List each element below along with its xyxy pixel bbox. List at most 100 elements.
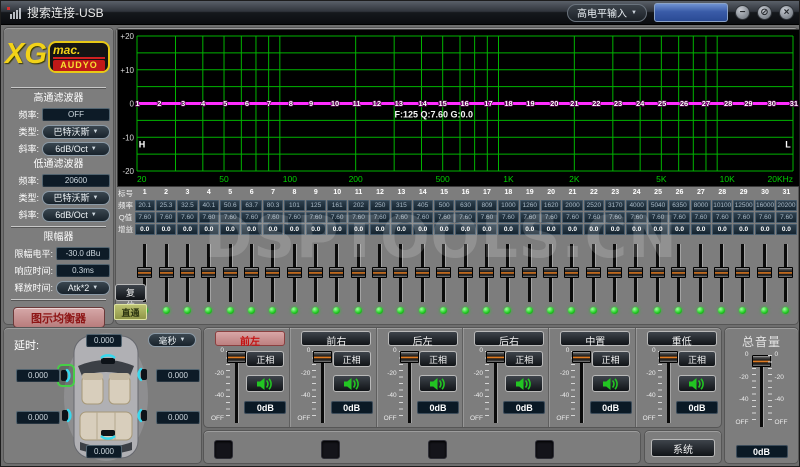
eq-bypass-button[interactable]: 直通	[114, 304, 147, 320]
eq-freq-cell[interactable]: 161	[327, 200, 348, 211]
eq-freq-cell[interactable]: 8000	[690, 200, 712, 211]
eq-gain-cell[interactable]: 0.0	[690, 224, 712, 235]
fader-handle[interactable]	[692, 267, 708, 278]
eq-q-cell[interactable]: 7.60	[562, 212, 583, 223]
eq-freq-cell[interactable]: 63.7	[241, 200, 262, 211]
eq-freq-cell[interactable]: 202	[348, 200, 369, 211]
eq-gain-cell[interactable]: 0.0	[647, 224, 669, 235]
fader-handle[interactable]	[457, 267, 473, 278]
eq-gain-cell[interactable]: 0.0	[712, 224, 733, 235]
delay-sub-input[interactable]: 0.000	[86, 445, 122, 458]
eq-band-fader[interactable]	[286, 244, 302, 302]
fader-handle[interactable]	[735, 267, 751, 278]
eq-q-cell[interactable]: 7.60	[412, 212, 433, 223]
eq-gain-cell[interactable]: 0.0	[540, 224, 562, 235]
eq-band-fader[interactable]	[671, 244, 687, 302]
eq-band-fader[interactable]	[735, 244, 751, 302]
fader-handle[interactable]	[393, 267, 409, 278]
mute-button[interactable]	[418, 375, 457, 392]
fader-handle[interactable]	[286, 267, 302, 278]
eq-gain-cell[interactable]: 0.0	[305, 224, 327, 235]
channel-select-button[interactable]: 重低	[646, 331, 717, 348]
eq-band-fader[interactable]	[692, 244, 708, 302]
channel-fader[interactable]	[572, 351, 592, 423]
fader-handle[interactable]	[137, 267, 153, 278]
delay-unit-select[interactable]: 毫秒 ▼	[148, 333, 196, 347]
eq-freq-cell[interactable]: 1620	[540, 200, 562, 211]
eq-q-cell[interactable]: 7.60	[669, 212, 690, 223]
delay-center-input[interactable]: 0.000	[86, 334, 122, 347]
hpf-freq-input[interactable]: OFF	[42, 108, 110, 121]
eq-band-fader[interactable]	[521, 244, 537, 302]
eq-gain-cell[interactable]: 0.0	[177, 224, 198, 235]
eq-freq-cell[interactable]: 500	[433, 200, 455, 211]
eq-band-fader[interactable]	[564, 244, 580, 302]
eq-q-cell[interactable]: 7.60	[391, 212, 412, 223]
eq-band-fader[interactable]	[628, 244, 644, 302]
eq-q-cell[interactable]: 7.60	[626, 212, 647, 223]
eq-q-cell[interactable]: 7.60	[284, 212, 305, 223]
eq-q-cell[interactable]: 7.60	[369, 212, 391, 223]
eq-band-fader[interactable]	[500, 244, 516, 302]
channel-select-button[interactable]: 后左	[387, 331, 458, 348]
delay-front-left-input[interactable]: 0.000	[16, 369, 60, 382]
fader-handle[interactable]	[713, 267, 729, 278]
fader-handle[interactable]	[372, 267, 388, 278]
eq-band-fader[interactable]	[158, 244, 174, 302]
eq-band-fader[interactable]	[179, 244, 195, 302]
eq-freq-cell[interactable]: 40.1	[198, 200, 220, 211]
eq-freq-cell[interactable]: 5040	[647, 200, 669, 211]
channel-fader[interactable]	[485, 351, 505, 423]
eq-graph[interactable]: +20+100-10-2020 50 100 200 500 1K 2K 5K 10K 20KHz…	[117, 29, 800, 187]
eq-q-cell[interactable]: 7.60	[262, 212, 284, 223]
limiter-level-input[interactable]: -30.0 dBu	[56, 247, 110, 260]
eq-band-fader[interactable]	[607, 244, 623, 302]
eq-q-cell[interactable]: 7.60	[498, 212, 519, 223]
eq-gain-cell[interactable]: 0.0	[284, 224, 305, 235]
eq-freq-cell[interactable]: 3170	[605, 200, 626, 211]
fader-handle[interactable]	[521, 267, 537, 278]
delay-rear-right-input[interactable]: 0.000	[156, 411, 200, 424]
eq-freq-cell[interactable]: 2000	[562, 200, 583, 211]
fader-handle[interactable]	[179, 267, 195, 278]
eq-band-fader[interactable]	[222, 244, 238, 302]
lpf-type-select[interactable]: 巴特沃斯 ▼	[42, 190, 110, 205]
eq-gain-cell[interactable]: 0.0	[348, 224, 369, 235]
fader-handle[interactable]	[414, 267, 430, 278]
eq-gain-cell[interactable]: 0.0	[733, 224, 754, 235]
eq-gain-cell[interactable]: 0.0	[155, 224, 177, 235]
eq-q-cell[interactable]: 7.60	[134, 212, 155, 223]
eq-band-fader[interactable]	[649, 244, 665, 302]
eq-q-cell[interactable]: 7.60	[540, 212, 562, 223]
eq-band-fader[interactable]	[457, 244, 473, 302]
hpf-slope-select[interactable]: 6dB/Oct ▼	[42, 141, 110, 156]
indicator-square-1[interactable]	[214, 440, 233, 459]
eq-freq-cell[interactable]: 2520	[583, 200, 605, 211]
eq-band-fader[interactable]	[777, 244, 793, 302]
eq-band-fader[interactable]	[308, 244, 324, 302]
restore-disabled-button[interactable]: ⊘	[757, 5, 772, 20]
eq-freq-cell[interactable]: 101	[284, 200, 305, 211]
fader-handle[interactable]	[265, 267, 281, 278]
limiter-attack-input[interactable]: 0.3ms	[56, 264, 110, 277]
eq-freq-cell[interactable]: 1000	[498, 200, 519, 211]
eq-reset-button[interactable]: 复位	[115, 284, 146, 311]
eq-q-cell[interactable]: 7.60	[605, 212, 626, 223]
fader-handle[interactable]	[543, 267, 558, 278]
fader-handle[interactable]	[607, 267, 623, 278]
eq-q-cell[interactable]: 7.60	[733, 212, 754, 223]
eq-q-cell[interactable]: 7.60	[455, 212, 476, 223]
fader-handle[interactable]	[500, 267, 516, 278]
eq-band-fader[interactable]	[329, 244, 345, 302]
eq-freq-cell[interactable]: 809	[476, 200, 498, 211]
eq-band-fader[interactable]	[543, 244, 558, 302]
eq-band-fader[interactable]	[393, 244, 409, 302]
eq-freq-cell[interactable]: 20.1	[134, 200, 155, 211]
mute-button[interactable]	[246, 375, 285, 392]
phase-button[interactable]: 正相	[246, 351, 285, 367]
channel-fader[interactable]	[399, 351, 419, 423]
mute-button[interactable]	[591, 375, 630, 392]
hpf-type-select[interactable]: 巴特沃斯 ▼	[42, 124, 110, 139]
eq-freq-cell[interactable]: 315	[391, 200, 412, 211]
limiter-release-select[interactable]: Atk*2 ▼	[56, 280, 110, 295]
